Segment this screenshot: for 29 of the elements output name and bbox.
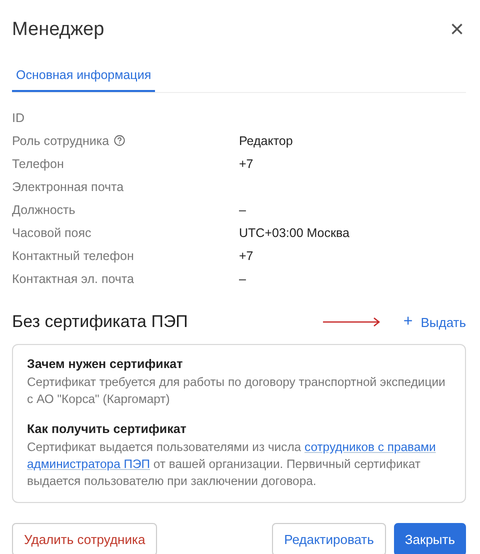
field-label: Должность (12, 202, 76, 216)
field-label: Контактный телефон (12, 248, 134, 262)
field-value: +7 (239, 248, 254, 262)
admin-link[interactable]: администратора ПЭП (27, 457, 150, 471)
issue-link[interactable]: + Выдать (399, 313, 466, 331)
field-value: UTC+03:00 Москва (239, 226, 350, 240)
close-button[interactable]: Закрыть (394, 523, 466, 554)
field-label: Контактная эл. почта (12, 272, 134, 286)
field-label: Роль сотрудника (12, 134, 110, 148)
arrow-annotation (323, 317, 382, 327)
info-heading: Зачем нужен сертификат (27, 357, 184, 371)
field-label: ID (12, 110, 24, 124)
admin-link[interactable]: сотрудников с правами (304, 440, 436, 454)
field-label: Электронная почта (12, 180, 124, 194)
tab[interactable]: Основная информация (12, 64, 156, 92)
field-value: Редактор (239, 134, 294, 148)
section-title: Без сертификата ПЭП (12, 312, 188, 332)
field-value: – (239, 202, 247, 216)
edit-button[interactable]: Редактировать (272, 523, 386, 554)
info-heading: Как получить сертификат (27, 422, 188, 436)
dialog-title: Менеджер (12, 19, 104, 41)
field-value: +7 (239, 156, 254, 170)
delete-button[interactable]: Удалить сотрудника (12, 523, 158, 554)
help-icon[interactable] (114, 135, 126, 146)
info-text: Сертификат требуется для работы по договору транспортной экспедиции с АО "Корса" (Каргомарт) (27, 374, 446, 408)
field-label: Телефон (12, 156, 64, 170)
info-text: Сертификат выдается пользователями из числа сотрудников с правами администратора ПЭП от вашей организации. Первичный сертификат выдается пользователю при заключении договора. (27, 439, 437, 490)
field-value: – (239, 272, 247, 286)
field-label: Часовой пояс (12, 226, 92, 240)
